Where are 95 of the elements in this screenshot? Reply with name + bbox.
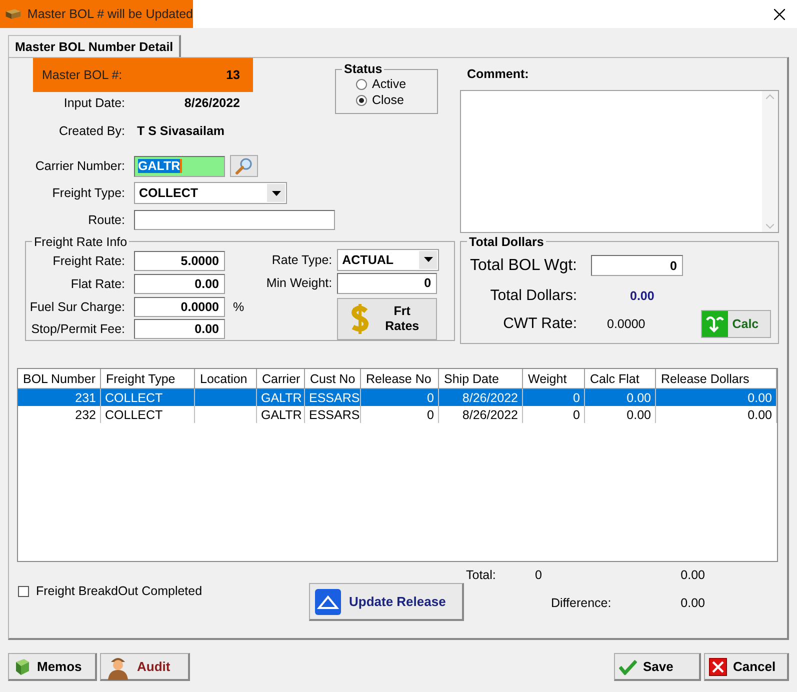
field-label: Rate Type:	[270, 252, 332, 267]
cancel-button[interactable]: Cancel	[704, 653, 789, 681]
caret-icon	[424, 257, 433, 262]
breakout-checkbox[interactable]: Freight BreakdOut Completed	[18, 584, 309, 598]
table-cell: COLLECT	[105, 408, 163, 422]
field-label: Input Date:	[62, 96, 125, 110]
table-cell: ESSARS	[309, 408, 360, 422]
table-cell: 232	[75, 408, 96, 422]
table-cell: 0.00	[748, 390, 772, 405]
field-label: Total BOL Wgt:	[469, 256, 577, 275]
calc-button[interactable]: Calc	[701, 310, 772, 338]
close-icon	[709, 658, 727, 676]
radio-option[interactable]: Active	[356, 76, 437, 92]
column-header[interactable]: BOL Number	[18, 369, 101, 390]
table-cell: 0	[427, 408, 434, 422]
column-header[interactable]: Release No	[361, 369, 439, 390]
column-header[interactable]: Location	[195, 369, 257, 390]
field-label: Flat Rate:	[70, 276, 125, 291]
group-title: Status	[343, 62, 384, 76]
total-dollars-value: 0.00	[630, 288, 654, 303]
total-weight: 0	[535, 568, 543, 582]
comment-label: Comment:	[467, 67, 530, 83]
tab[interactable]: Master BOL Number Detail	[8, 35, 182, 57]
table-cell: 8/26/2022	[462, 390, 518, 405]
total-label: Total:	[466, 568, 497, 582]
field-label: Freight Rate:	[52, 254, 125, 268]
field-label: CWT Rate:	[502, 315, 577, 332]
table-cell: COLLECT	[105, 390, 163, 405]
table-cell: 0	[573, 390, 580, 405]
comment-field[interactable]	[460, 90, 779, 233]
input-field[interactable]: 0	[591, 255, 683, 276]
table-cell: 231	[75, 390, 96, 405]
difference-value: 0.00	[680, 596, 705, 610]
input-field[interactable]: 0.00	[134, 319, 225, 340]
field-value: T S Sivasailam	[137, 124, 226, 138]
field-label: Total Dollars:	[489, 287, 577, 304]
column-header[interactable]: Calc Flat	[585, 369, 656, 390]
column-header[interactable]: Cust No	[305, 369, 361, 390]
table-cell: GALTR	[261, 408, 302, 422]
percent-label: %	[233, 300, 244, 314]
input-field[interactable]	[134, 210, 335, 230]
radio-option[interactable]: Close	[356, 92, 437, 108]
field-value: 8/26/2022	[183, 96, 240, 110]
cwt-rate-value: 0.0000	[607, 316, 646, 331]
checkmark-icon	[619, 658, 637, 674]
difference-label: Difference:	[551, 596, 612, 610]
scroll-up-icon[interactable]	[766, 94, 774, 99]
column-header[interactable]: Ship Date	[439, 369, 523, 390]
dollar-icon	[349, 302, 372, 335]
total-dollars: 0.00	[680, 568, 705, 582]
search-button[interactable]	[230, 155, 258, 177]
group-title: Freight Rate Info	[33, 234, 128, 249]
column-header[interactable]: Weight	[523, 369, 585, 390]
table-cell: 0	[427, 390, 434, 405]
column-header[interactable]: Carrier	[257, 369, 305, 390]
table-cell: 0.00	[626, 408, 651, 422]
frt-rates-button[interactable]: Frt Rates	[337, 298, 438, 340]
field-label: Created By:	[58, 124, 125, 138]
master-bol-label: Master BOL #:	[42, 68, 122, 82]
dropdown[interactable]: ACTUAL	[337, 248, 440, 271]
input-field[interactable]: GALTR	[134, 156, 225, 176]
input-field[interactable]: 0.00	[134, 274, 225, 294]
master-bol-value: 13	[226, 68, 240, 82]
table-row[interactable]: 231 COLLECT GALTR ESSARS 0 8/26/2022 0 0.00 0.00	[18, 389, 777, 406]
memos-button[interactable]: Memos	[8, 653, 97, 681]
dropdown[interactable]: COLLECT	[134, 182, 287, 204]
field-label: Stop/Permit Fee:	[30, 322, 125, 336]
scroll-down-icon[interactable]	[766, 224, 774, 229]
audit-button[interactable]: Audit	[100, 653, 190, 681]
column-header[interactable]: Freight Type	[101, 369, 195, 390]
field-label: Carrier Number:	[34, 159, 125, 173]
field-label: Min Weight:	[265, 276, 332, 290]
column-header[interactable]: Release Dollars	[656, 369, 777, 390]
window-title: Master BOL # will be Updated	[27, 7, 193, 21]
table-cell: GALTR	[261, 390, 302, 405]
input-field[interactable]: 5.0000	[134, 251, 225, 272]
box-icon	[5, 7, 22, 21]
table-cell: 0.00	[626, 390, 651, 405]
table-cell: ESSARS	[309, 390, 360, 405]
caret-icon	[272, 190, 280, 196]
close-icon	[774, 8, 784, 20]
scrollbar[interactable]	[762, 91, 778, 232]
field-label: Fuel Sur Charge:	[28, 300, 125, 314]
field-label: Freight Type:	[51, 186, 125, 200]
table-cell: 0	[573, 408, 580, 422]
update-release-button[interactable]: Update Release	[309, 583, 464, 622]
field-label: Route:	[87, 213, 125, 227]
table-cell: 0.00	[748, 408, 772, 422]
table-cell: 8/26/2022	[462, 408, 518, 422]
input-field[interactable]: 0	[337, 272, 438, 294]
table-row[interactable]: 232 COLLECT GALTR ESSARS 0 8/26/2022 0 0.00 0.00	[18, 406, 777, 424]
group-title: Total Dollars	[468, 234, 545, 249]
magnifier-icon	[235, 157, 253, 175]
input-field[interactable]: 0.0000	[134, 296, 225, 317]
save-button[interactable]: Save	[614, 653, 701, 681]
